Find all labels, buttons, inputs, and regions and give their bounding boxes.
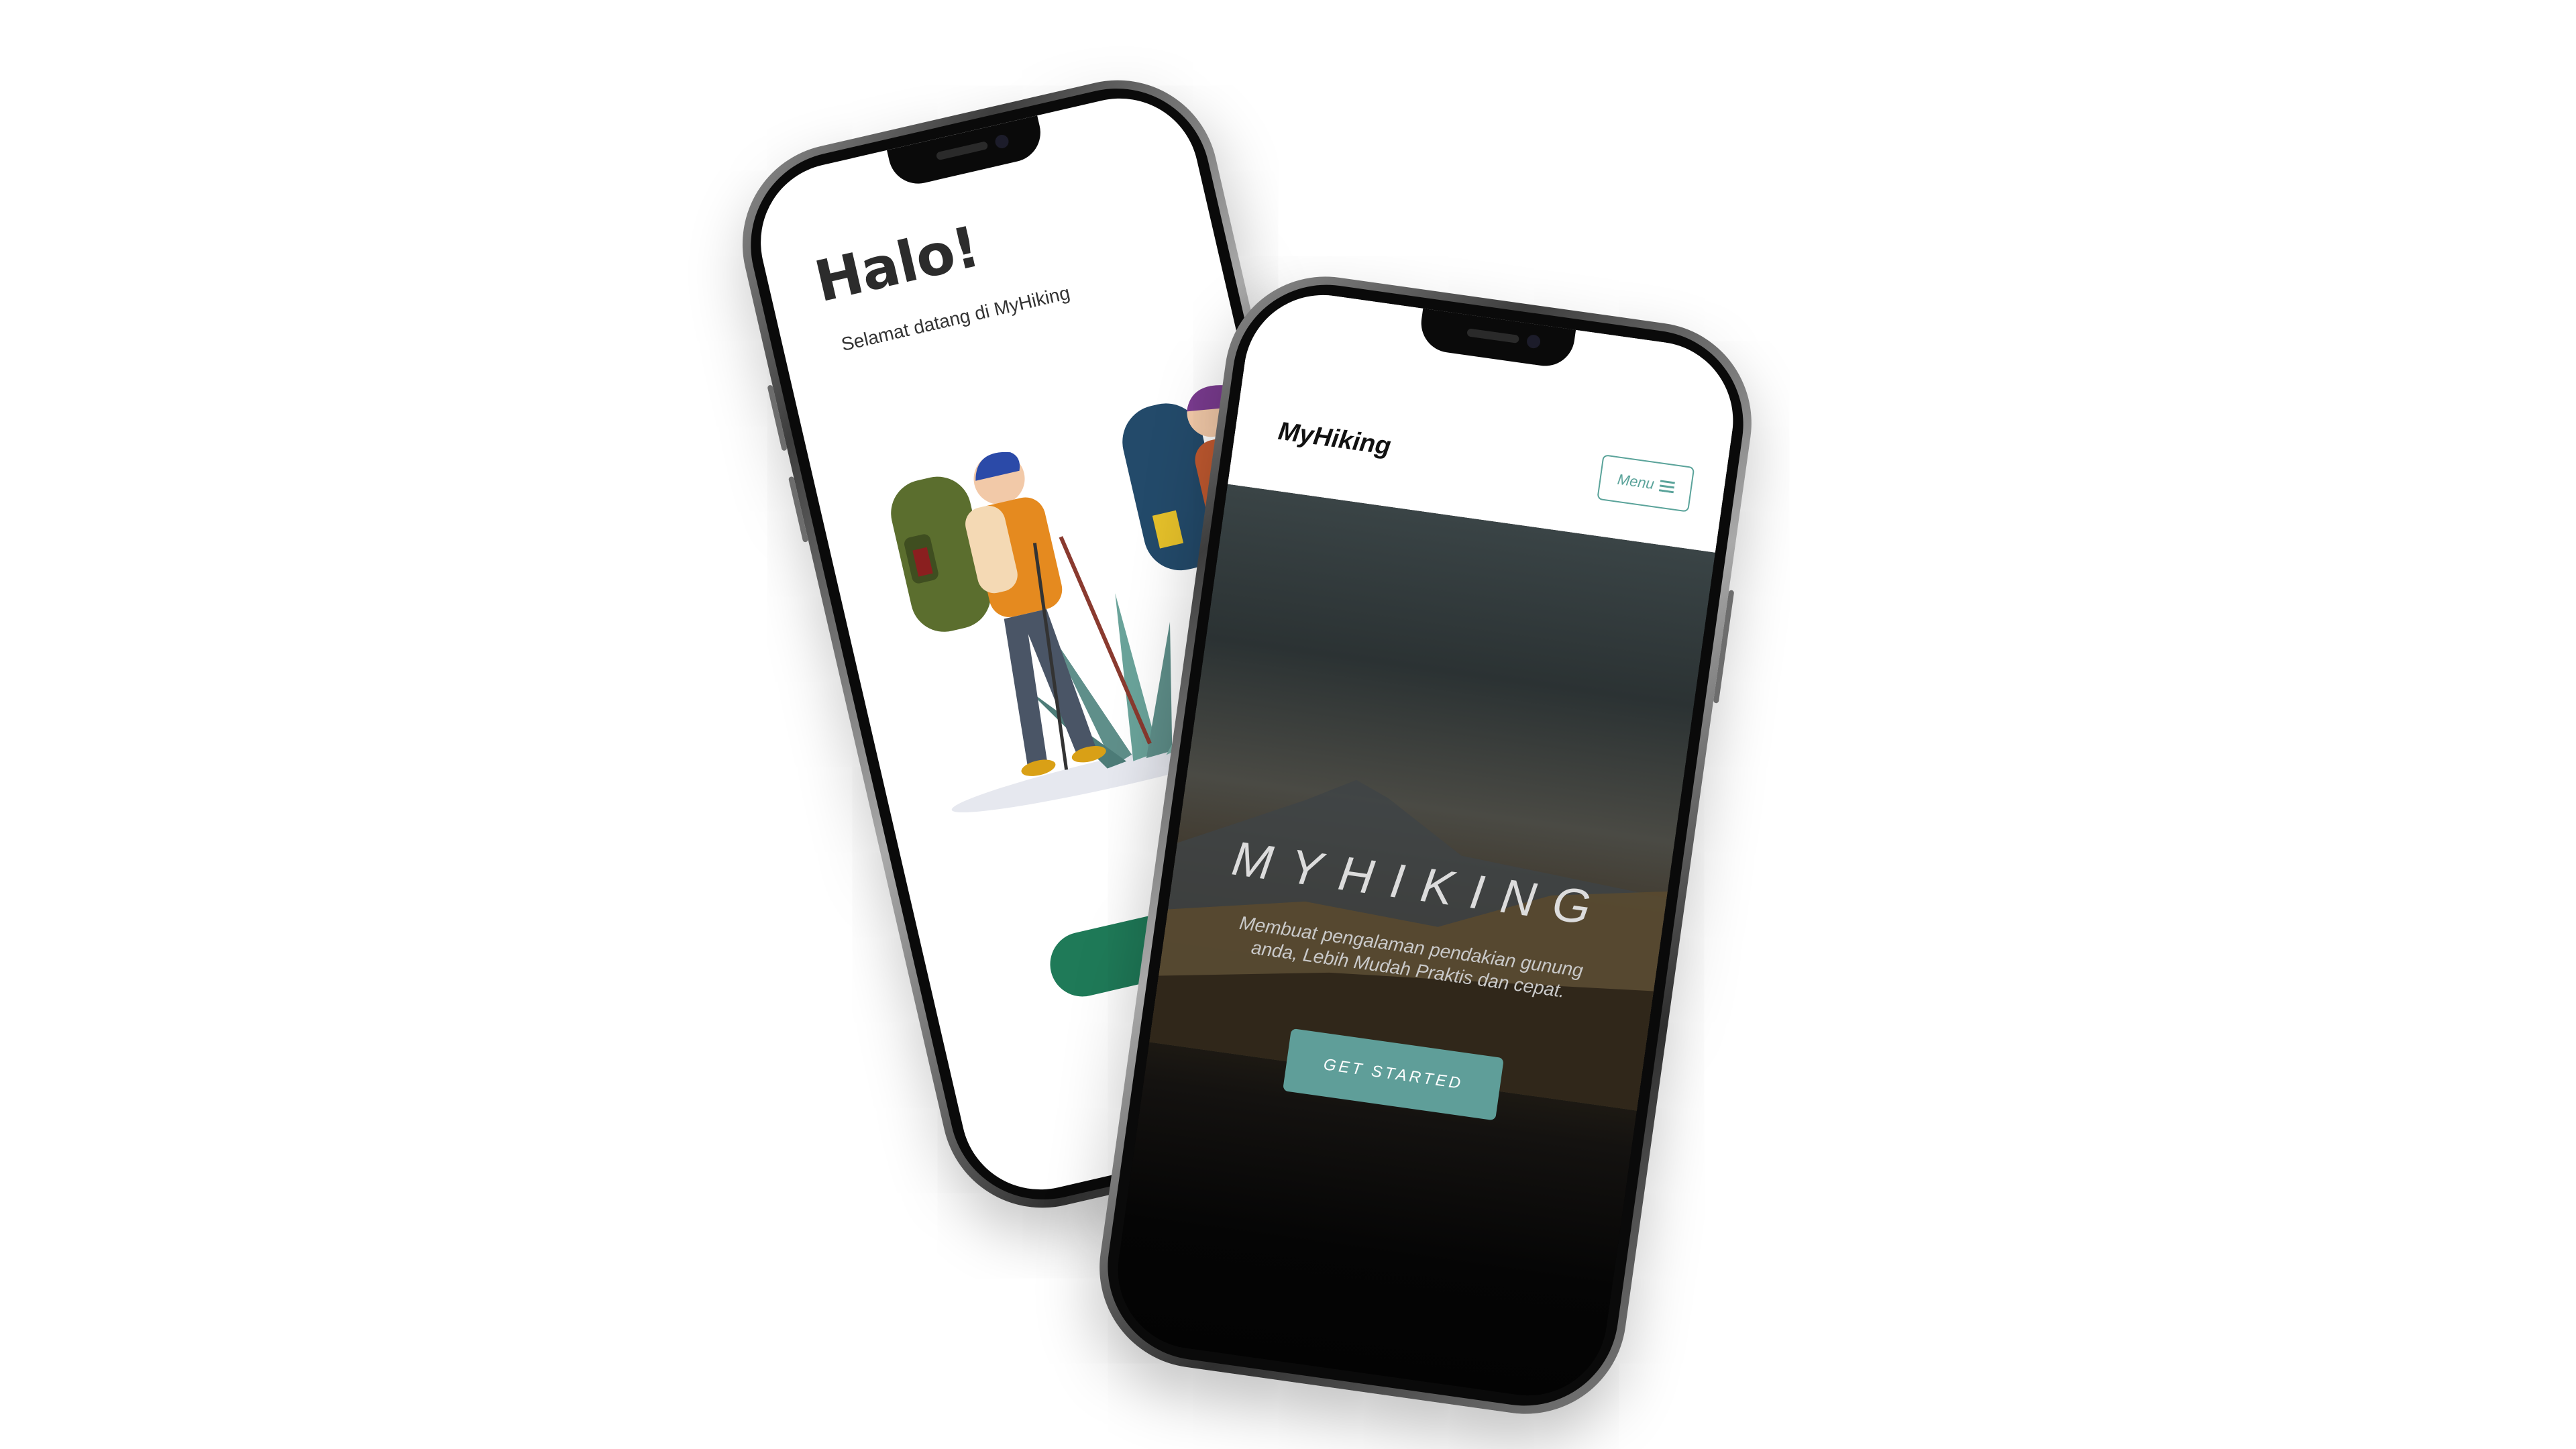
speaker-grille: [1466, 328, 1520, 343]
welcome-heading: Halo!: [808, 213, 985, 315]
front-camera: [1525, 333, 1542, 350]
menu-label: Menu: [1616, 470, 1656, 493]
brand-logo[interactable]: MyHiking: [1277, 417, 1393, 462]
front-camera: [994, 133, 1010, 150]
menu-button[interactable]: Menu: [1597, 454, 1695, 513]
hamburger-icon: [1658, 480, 1675, 494]
speaker-grille: [935, 141, 989, 161]
